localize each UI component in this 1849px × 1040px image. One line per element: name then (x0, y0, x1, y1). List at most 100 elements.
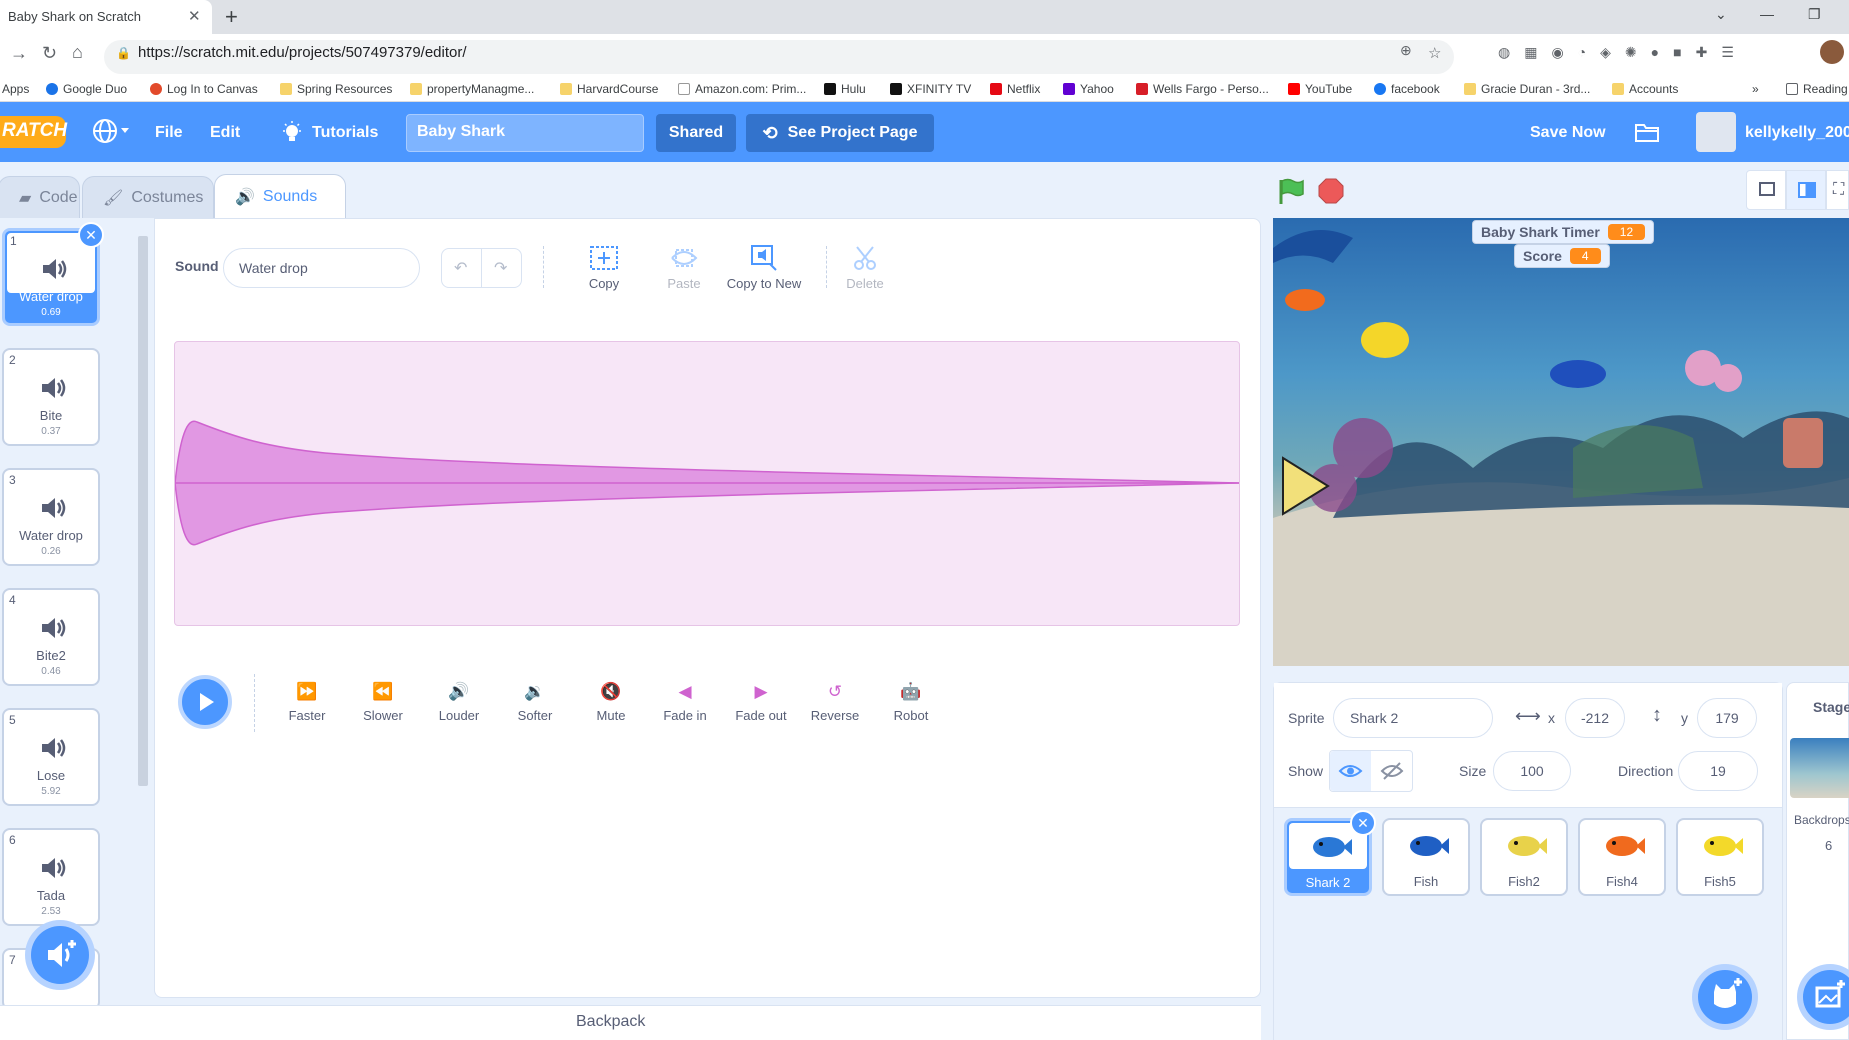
x-input[interactable]: -212 (1565, 698, 1625, 738)
tab-sounds[interactable]: 🔊 Sounds (214, 174, 346, 218)
size-input[interactable]: 100 (1493, 751, 1571, 791)
delete-sound-icon[interactable]: ✕ (78, 222, 104, 248)
bookmark[interactable]: HarvardCourse (560, 82, 658, 96)
extension-icon[interactable]: ◈ (1600, 44, 1611, 61)
effect-robot-button[interactable]: 🤖 Robot (876, 682, 946, 723)
effect-fade-in-button[interactable]: ◀ Fade in (650, 682, 720, 723)
see-project-page-button[interactable]: ⟲ See Project Page (746, 114, 934, 152)
show-visible-button[interactable] (1330, 751, 1371, 791)
sprite-tile[interactable]: Fish (1382, 818, 1470, 896)
sound-waveform[interactable] (174, 341, 1240, 626)
extension-icon[interactable]: ■ (1673, 44, 1681, 61)
copy-to-new-button[interactable]: Copy to New (724, 244, 804, 291)
username[interactable]: kellykelly_2003 (1745, 124, 1849, 142)
bookmark-reading-list[interactable]: Reading (1786, 82, 1848, 96)
bookmark[interactable]: propertyManagme... (410, 82, 534, 96)
effect-louder-button[interactable]: 🔊 Louder (424, 682, 494, 723)
file-menu[interactable]: File (155, 124, 183, 142)
edit-menu[interactable]: Edit (210, 124, 240, 142)
profile-menu-icon[interactable]: ⌄ (1715, 6, 1727, 23)
save-now-button[interactable]: Save Now (1530, 124, 1606, 142)
variable-monitor-timer[interactable]: Baby Shark Timer 12 (1472, 220, 1655, 244)
extension-icon[interactable]: ▦ (1524, 44, 1537, 61)
bookmark[interactable]: facebook (1374, 82, 1440, 96)
tab-costumes[interactable]: 🖌 Costumes (82, 176, 214, 218)
bookmark[interactable]: Spring Resources (280, 82, 392, 96)
profile-avatar[interactable] (1820, 40, 1844, 64)
tab-code[interactable]: ▰ Code (0, 176, 80, 218)
bookmark[interactable]: XFINITY TV (890, 82, 971, 96)
sound-item[interactable]: 2 Bite 0.37 (2, 348, 100, 446)
direction-input[interactable]: 19 (1678, 751, 1758, 791)
my-stuff-folder-icon[interactable] (1634, 121, 1660, 143)
variable-monitor-score[interactable]: Score 4 (1514, 244, 1610, 268)
effect-mute-button[interactable]: 🔇 Mute (576, 682, 646, 723)
bookmark[interactable]: Wells Fargo - Perso... (1136, 82, 1269, 96)
sound-item[interactable]: 4 Bite2 0.46 (2, 588, 100, 686)
delete-button[interactable]: Delete (825, 244, 905, 291)
bookmark[interactable]: Netflix (990, 82, 1040, 96)
copy-button[interactable]: Copy (564, 244, 644, 291)
effect-slower-button[interactable]: ⏪ Slower (348, 682, 418, 723)
sprite-name-input[interactable]: Shark 2 (1333, 698, 1493, 738)
reload-icon[interactable]: ↻ (42, 43, 57, 64)
choose-backdrop-button[interactable] (1803, 970, 1849, 1024)
large-stage-button[interactable] (1786, 170, 1826, 210)
bookmark[interactable]: Google Duo (46, 82, 127, 96)
sound-list-scroll-thumb[interactable] (138, 236, 148, 786)
sound-item[interactable]: 5 Lose 5.92 (2, 708, 100, 806)
extension-icon[interactable]: ✺ (1625, 44, 1637, 61)
choose-sound-button[interactable] (31, 926, 89, 984)
sprite-tile[interactable]: Fish2 (1480, 818, 1568, 896)
small-stage-button[interactable] (1746, 170, 1786, 210)
tab-close-icon[interactable]: ✕ (188, 7, 201, 25)
stop-icon[interactable] (1318, 178, 1344, 204)
bookmark[interactable]: Gracie Duran - 3rd... (1464, 82, 1590, 96)
url-text[interactable]: https://scratch.mit.edu/projects/5074973… (138, 44, 467, 61)
effect-fade-out-button[interactable]: ▶ Fade out (726, 682, 796, 723)
star-icon[interactable]: ☆ (1428, 44, 1441, 62)
back-icon[interactable]: → (10, 43, 28, 64)
bookmarks-overflow-icon[interactable]: » (1752, 82, 1759, 96)
effect-faster-button[interactable]: ⏩ Faster (272, 682, 342, 723)
sound-name-input[interactable]: Water drop (223, 248, 420, 288)
redo-button[interactable]: ↷ (481, 248, 522, 288)
home-icon[interactable]: ⌂ (72, 42, 83, 63)
bookmark-apps[interactable]: Apps (2, 82, 29, 96)
fullscreen-button[interactable]: ⛶ (1826, 170, 1849, 210)
bookmark[interactable]: Amazon.com: Prim... (678, 82, 806, 96)
new-tab-icon[interactable]: + (225, 4, 238, 30)
bookmark[interactable]: Log In to Canvas (150, 82, 258, 96)
sound-item[interactable]: 3 Water drop 0.26 (2, 468, 100, 566)
extension-icon[interactable]: ◉ (1551, 44, 1563, 61)
extension-icon[interactable]: ◔ (1578, 44, 1586, 61)
effect-softer-button[interactable]: 🔉 Softer (500, 682, 570, 723)
maximize-icon[interactable]: ❐ (1808, 6, 1821, 23)
effect-reverse-button[interactable]: ↺ Reverse (800, 682, 870, 723)
puzzle-icon[interactable]: ✚ (1696, 44, 1708, 61)
bookmark[interactable]: Yahoo (1063, 82, 1114, 96)
sound-item[interactable]: 6 Tada 2.53 (2, 828, 100, 926)
sprite-tile[interactable]: Fish5 (1676, 818, 1764, 896)
bookmark[interactable]: Accounts (1612, 82, 1678, 96)
show-hidden-button[interactable] (1372, 751, 1412, 791)
stage-canvas[interactable] (1273, 218, 1849, 666)
scratch-logo[interactable]: RATCH (0, 116, 67, 148)
language-globe-icon[interactable] (92, 118, 132, 144)
y-input[interactable]: 179 (1697, 698, 1757, 738)
tutorials-button[interactable]: Tutorials (312, 124, 378, 142)
shared-button[interactable]: Shared (656, 114, 736, 152)
bookmark[interactable]: YouTube (1288, 82, 1352, 96)
extension-icon[interactable]: ◍ (1498, 44, 1510, 61)
paste-button[interactable]: Paste (644, 244, 724, 291)
user-avatar[interactable] (1696, 112, 1736, 152)
delete-sprite-icon[interactable]: ✕ (1350, 810, 1376, 836)
bookmark[interactable]: Hulu (824, 82, 866, 96)
minimize-icon[interactable]: — (1760, 6, 1774, 22)
project-title-input[interactable]: Baby Shark (406, 114, 644, 152)
green-flag-icon[interactable] (1276, 176, 1306, 206)
sprite-tile[interactable]: Fish4 (1578, 818, 1666, 896)
reading-list-icon[interactable]: ☰ (1721, 44, 1734, 61)
backdrop-thumbnail[interactable] (1790, 738, 1849, 798)
undo-button[interactable]: ↶ (441, 248, 482, 288)
